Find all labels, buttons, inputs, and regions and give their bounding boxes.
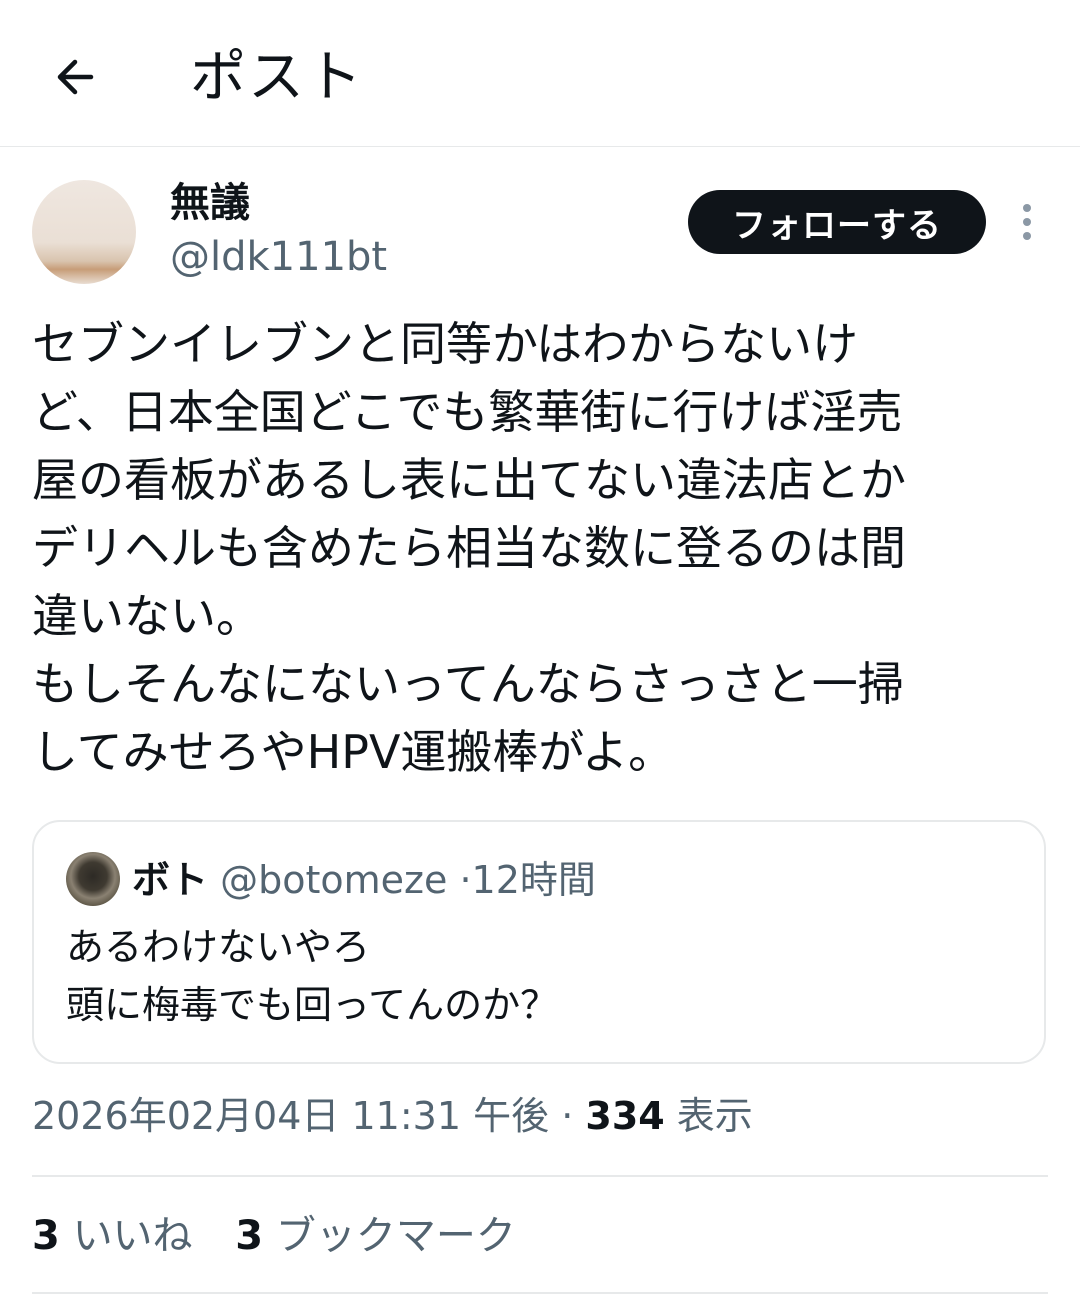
meta-separator: ·	[561, 1094, 574, 1138]
vertical-ellipsis-icon	[1023, 204, 1031, 240]
quoted-post-text: あるわけないやろ 頭に梅毒でも回ってんのか？	[66, 925, 559, 1027]
quoted-author-name: ボト	[132, 858, 209, 902]
post-body-text: セブンイレブンと同等かはわからないけ ど、日本全国どこでも繁華街に行けば淫売 屋…	[32, 317, 906, 779]
quoted-post-card[interactable]: ボト @botomeze ·12時間 あるわけないやろ 頭に梅毒でも回ってんのか…	[32, 820, 1046, 1064]
top-bar: ポスト	[0, 0, 1080, 147]
author-avatar[interactable]	[32, 180, 136, 284]
quoted-post-header: ボト @botomeze ·12時間	[132, 852, 596, 908]
post-meta-row: 2026年02月04日 11:31 午後 · 334 表示	[32, 1086, 753, 1146]
likes-stat[interactable]: 3 いいね	[32, 1206, 193, 1266]
divider	[32, 1175, 1048, 1177]
more-options-button[interactable]	[1010, 200, 1044, 244]
arrow-left-icon	[57, 59, 94, 95]
author-handle[interactable]: @ldk111bt	[170, 232, 387, 282]
divider	[32, 1292, 1048, 1294]
bookmarks-stat[interactable]: 3 ブックマーク	[235, 1206, 516, 1266]
post-timestamp[interactable]: 2026年02月04日 11:31 午後	[32, 1094, 549, 1138]
engagement-stats: 3 いいね 3 ブックマーク	[32, 1206, 546, 1266]
follow-button[interactable]: フォローする	[688, 190, 986, 254]
quoted-author-handle: @botomeze	[220, 858, 448, 902]
quoted-author-avatar	[66, 852, 120, 906]
author-display-name[interactable]: 無議	[170, 178, 250, 228]
back-button[interactable]	[40, 42, 110, 112]
quoted-post-time: 12時間	[471, 858, 596, 902]
views-count: 334	[585, 1094, 665, 1138]
quoted-meta-separator: ·	[459, 858, 472, 902]
bookmarks-label: ブックマーク	[275, 1213, 516, 1259]
views-label: 表示	[676, 1094, 753, 1138]
page-title: ポスト	[190, 45, 364, 110]
likes-label: いいね	[72, 1213, 193, 1259]
likes-count: 3	[32, 1213, 60, 1259]
bookmarks-count: 3	[235, 1213, 264, 1259]
